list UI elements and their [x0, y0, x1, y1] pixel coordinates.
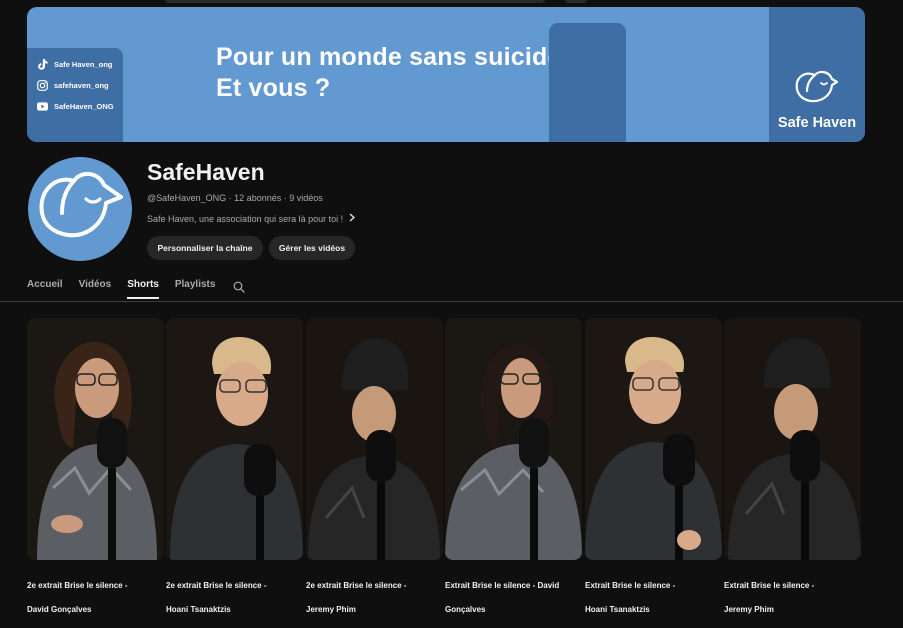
tabs-divider [0, 301, 903, 302]
banner-headline: Pour un monde sans suicide, Et vous ? [216, 42, 569, 104]
short-item[interactable]: 2e extrait Brise le silence - Jeremy Phi… [306, 318, 443, 628]
channel-description-text: Safe Haven, une association qui sera là … [147, 213, 344, 224]
short-item[interactable]: Extrait Brise le silence - Hoani Tsanakt… [585, 318, 722, 628]
channel-banner: Safe Haven_ong safehaven_ong SafeHaven_O… [27, 7, 865, 142]
banner-social-label: SafeHaven_ONG [54, 102, 114, 111]
short-thumbnail[interactable] [445, 318, 582, 560]
short-title[interactable]: 2e extrait Brise le silence - Jeremy Phi… [306, 568, 443, 628]
short-title[interactable]: 2e extrait Brise le silence - Hoani Tsan… [166, 568, 303, 628]
short-item[interactable]: 2e extrait Brise le silence - Hoani Tsan… [166, 318, 303, 628]
channel-meta: @SafeHaven_ONG · 12 abonnés · 9 vidéos [147, 193, 323, 203]
banner-social-instagram: safehaven_ong [37, 80, 109, 91]
tab-videos[interactable]: Vidéos [79, 279, 112, 299]
banner-social-youtube: SafeHaven_ONG [37, 101, 114, 112]
video-count: 9 vidéos [289, 193, 323, 203]
subscriber-count: 12 abonnés [234, 193, 282, 203]
person-hoani-thumbnail [585, 318, 722, 560]
person-david-thumbnail [445, 318, 582, 560]
banner-social-tiktok: Safe Haven_ong [37, 59, 112, 70]
person-jeremy-thumbnail [306, 318, 443, 560]
short-item[interactable]: Extrait Brise le silence - David Gonçalv… [445, 318, 582, 628]
banner-headline-line1: Pour un monde sans suicide, [216, 43, 569, 71]
banner-social-label: Safe Haven_ong [54, 60, 113, 69]
tab-accueil[interactable]: Accueil [27, 279, 63, 299]
short-thumbnail[interactable] [166, 318, 303, 560]
short-title[interactable]: 2e extrait Brise le silence - David Gonç… [27, 568, 164, 628]
short-item[interactable]: Extrait Brise le silence - Jeremy Phim [724, 318, 861, 628]
banner-decor-pillar [549, 23, 626, 142]
mic-button-edge [565, 0, 587, 3]
short-title[interactable]: Extrait Brise le silence - Hoani Tsanakt… [585, 568, 722, 628]
short-title-line2: Hoani Tsanaktzis [166, 605, 231, 614]
tab-shorts[interactable]: Shorts [127, 279, 159, 299]
search-icon[interactable] [233, 280, 246, 298]
person-hoani-thumbnail [166, 318, 303, 560]
bird-logo-icon [39, 172, 123, 238]
banner-logo-panel: Safe Haven [769, 7, 865, 142]
channel-name: SafeHaven [147, 159, 265, 185]
short-title-line1: 2e extrait Brise le silence - [166, 581, 267, 590]
banner-headline-line2: Et vous ? [216, 74, 331, 102]
chevron-right-icon [349, 213, 356, 224]
short-title[interactable]: Extrait Brise le silence - Jeremy Phim [724, 568, 861, 628]
banner-logo-text: Safe Haven [777, 115, 857, 131]
short-title-line1: Extrait Brise le silence - David [445, 581, 560, 590]
channel-description[interactable]: Safe Haven, une association qui sera là … [147, 213, 356, 224]
short-title-line1: Extrait Brise le silence - [585, 581, 676, 590]
youtube-icon [37, 101, 48, 112]
instagram-icon [37, 80, 48, 91]
short-title-line1: 2e extrait Brise le silence - [306, 581, 407, 590]
customize-channel-button[interactable]: Personnaliser la chaîne [147, 236, 263, 260]
short-title-line2: Hoani Tsanaktzis [585, 605, 650, 614]
short-title-line2: Jeremy Phim [306, 605, 356, 614]
search-bar-edge [165, 0, 545, 3]
short-title-line2: Gonçalves [445, 605, 486, 614]
channel-tabs: Accueil Vidéos Shorts Playlists [27, 279, 246, 299]
short-title-line2: David Gonçalves [27, 605, 92, 614]
short-title-line1: Extrait Brise le silence - [724, 581, 815, 590]
channel-handle: @SafeHaven_ONG [147, 193, 227, 203]
short-thumbnail[interactable] [585, 318, 722, 560]
banner-social-label: safehaven_ong [54, 81, 109, 90]
manage-videos-button[interactable]: Gérer les vidéos [269, 236, 355, 260]
tab-playlists[interactable]: Playlists [175, 279, 216, 299]
tiktok-icon [37, 59, 48, 70]
short-title-line1: 2e extrait Brise le silence - [27, 581, 128, 590]
person-david-thumbnail [27, 318, 164, 560]
short-item[interactable]: 2e extrait Brise le silence - David Gonç… [27, 318, 164, 628]
meta-separator: · [226, 193, 235, 203]
channel-avatar[interactable] [28, 157, 132, 261]
short-title-line2: Jeremy Phim [724, 605, 774, 614]
short-thumbnail[interactable] [27, 318, 164, 560]
bird-logo-icon [795, 70, 839, 103]
short-thumbnail[interactable] [306, 318, 443, 560]
person-jeremy-thumbnail [724, 318, 861, 560]
short-thumbnail[interactable] [724, 318, 861, 560]
short-title[interactable]: Extrait Brise le silence - David Gonçalv… [445, 568, 582, 628]
banner-social-box: Safe Haven_ong safehaven_ong SafeHaven_O… [27, 48, 123, 142]
